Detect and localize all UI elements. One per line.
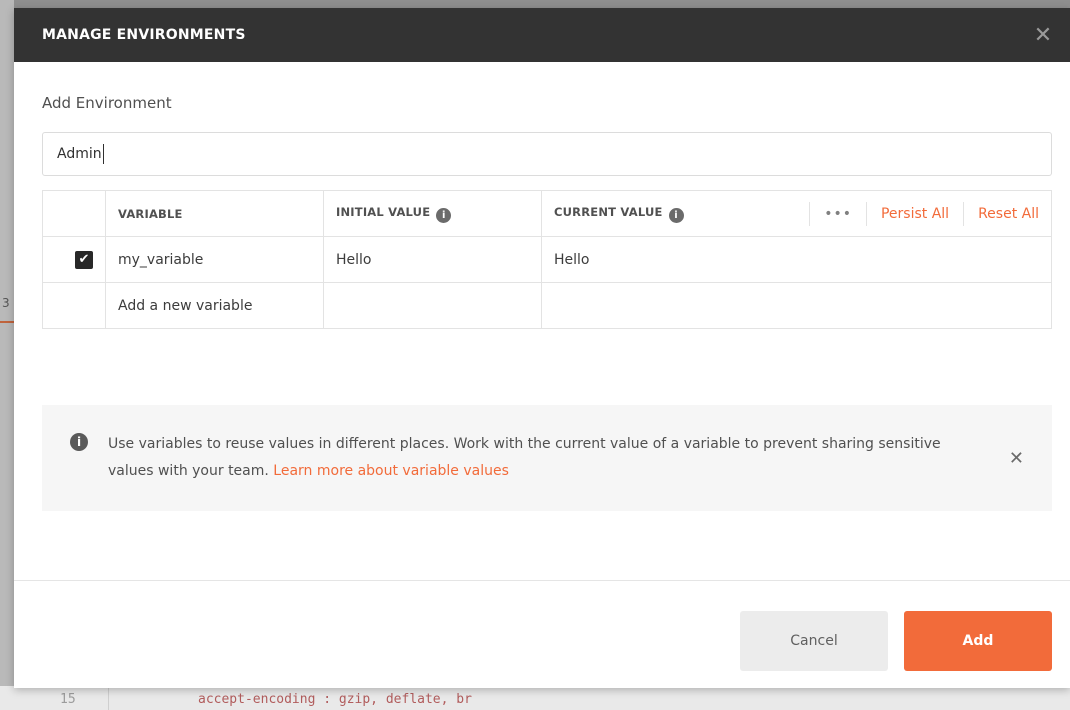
header-current-value-label: CURRENT VALUE <box>554 204 663 219</box>
text-caret <box>102 144 104 164</box>
background-line-number: 15 <box>60 692 76 707</box>
initial-value-cell[interactable]: Hello <box>323 236 542 283</box>
section-title: Add Environment <box>42 94 172 112</box>
header-initial-value: INITIAL VALUE i <box>323 190 542 237</box>
new-current-value-cell[interactable] <box>541 282 1052 329</box>
info-banner: i Use variables to reuse values in diffe… <box>42 405 1052 511</box>
variable-cell[interactable]: my_variable <box>105 236 324 283</box>
background-sidebar: 3 <box>0 0 14 690</box>
environment-name-input[interactable]: Admin <box>42 132 1052 176</box>
info-text-body: Use variables to reuse values in differe… <box>108 436 941 479</box>
table-row: ✔ my_variable Hello Hello <box>42 236 1052 283</box>
new-variable-row: Add a new variable <box>42 282 1052 329</box>
new-initial-value-cell[interactable] <box>323 282 542 329</box>
close-icon[interactable]: ✕ <box>1016 8 1070 62</box>
learn-more-link[interactable]: Learn more about variable values <box>273 463 509 479</box>
row-enabled-checkbox[interactable]: ✔ <box>75 250 93 269</box>
info-icon[interactable]: i <box>436 207 452 223</box>
background-gutter <box>108 686 109 710</box>
header-current-value: CURRENT VALUE i ••• Persist All Reset All <box>541 190 1052 237</box>
persist-all-link[interactable]: Persist All <box>867 206 963 222</box>
dismiss-banner-close-icon[interactable]: ✕ <box>1009 448 1024 469</box>
manage-environments-modal: MANAGE ENVIRONMENTS ✕ Add Environment Ad… <box>14 8 1070 688</box>
header-checkbox-cell <box>42 190 106 237</box>
current-value-cell[interactable]: Hello <box>541 236 1052 283</box>
cancel-button[interactable]: Cancel <box>740 611 888 671</box>
reset-all-link[interactable]: Reset All <box>964 206 1039 222</box>
header-initial-value-label: INITIAL VALUE <box>336 204 431 219</box>
header-variable: VARIABLE <box>105 190 324 237</box>
modal-footer: Cancel Add <box>14 580 1070 688</box>
info-text: Use variables to reuse values in differe… <box>108 431 968 485</box>
row-checkbox-cell: ✔ <box>42 236 106 283</box>
background-text: 3 <box>2 296 10 310</box>
environment-name-value: Admin <box>57 146 102 162</box>
add-button[interactable]: Add <box>904 611 1052 671</box>
new-variable-input[interactable]: Add a new variable <box>105 282 324 329</box>
info-icon[interactable]: i <box>668 207 684 223</box>
modal-title: MANAGE ENVIRONMENTS <box>42 27 246 43</box>
more-options-icon[interactable]: ••• <box>810 206 866 222</box>
table-header-row: VARIABLE INITIAL VALUE i CURRENT VALUE i •… <box>42 190 1052 237</box>
variables-table: VARIABLE INITIAL VALUE i CURRENT VALUE i •… <box>42 190 1052 329</box>
header-actions: ••• Persist All Reset All <box>809 201 1039 226</box>
background-code: accept-encoding : gzip, deflate, br <box>198 692 472 707</box>
background-editor: 15 accept-encoding : gzip, deflate, br <box>0 686 1070 710</box>
new-row-checkbox-cell <box>42 282 106 329</box>
modal-header: MANAGE ENVIRONMENTS ✕ <box>14 8 1070 62</box>
info-icon: i <box>70 433 88 451</box>
background-accent-line <box>0 321 14 323</box>
